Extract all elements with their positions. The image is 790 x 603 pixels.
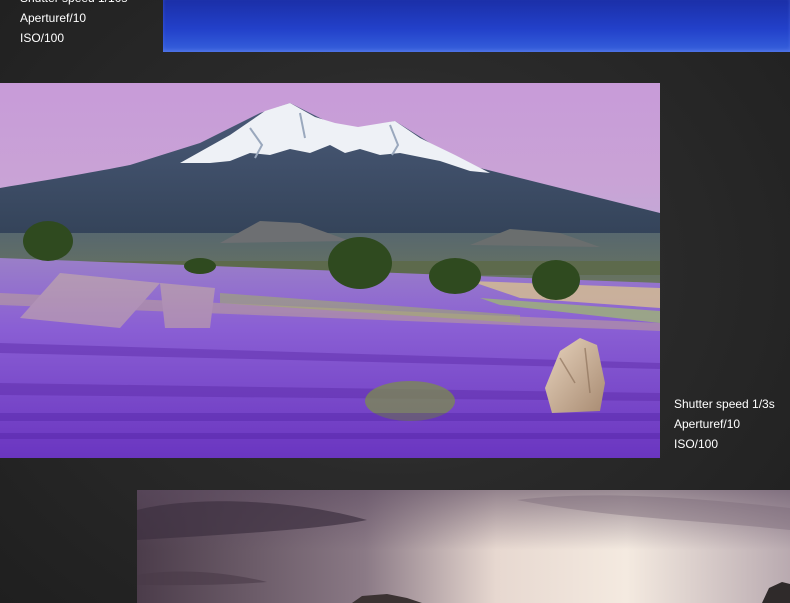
sunset-sky-image bbox=[137, 490, 790, 603]
photo-settings-caption-top: Shutter speed 1/10s Aperturef/10 ISO/100 bbox=[20, 0, 127, 48]
lavender-field-photo bbox=[0, 83, 660, 458]
sunset-photo bbox=[137, 490, 790, 603]
shutter-speed-label: Shutter speed 1/10s bbox=[20, 0, 127, 8]
iso-label: ISO/100 bbox=[20, 31, 65, 45]
lavender-landscape-image bbox=[0, 83, 660, 458]
photo-settings-caption-middle: Shutter speed 1/3s Aperturef/10 ISO/100 bbox=[674, 394, 775, 454]
iso-label: ISO/100 bbox=[674, 437, 719, 451]
blue-photo-panel bbox=[163, 0, 790, 52]
shutter-speed-label: Shutter speed 1/3s bbox=[674, 397, 775, 411]
aperture-label: Aperturef/10 bbox=[674, 417, 741, 431]
aperture-label: Aperturef/10 bbox=[20, 11, 87, 25]
